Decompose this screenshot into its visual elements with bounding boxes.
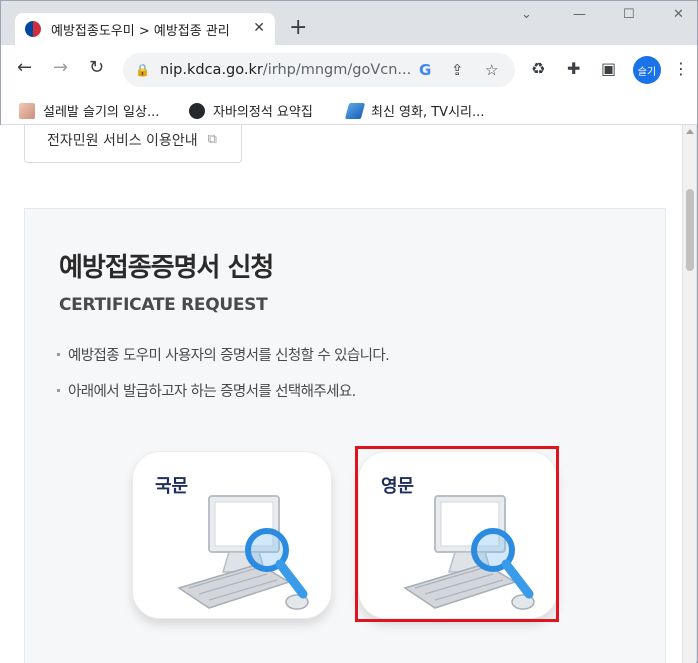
certificate-request-panel: 예방접종증명서 신청 CERTIFICATE REQUEST 예방접종 도우미 … bbox=[24, 208, 666, 663]
more-menu-icon[interactable]: ⋮ bbox=[673, 59, 689, 78]
tab-strip: 예방접종도우미 > 예방접종 관리 ✕ + ⌄ — ☐ ✕ bbox=[1, 1, 697, 45]
guide-text: 예방접종 도우미 사용자의 증명서를 신청할 수 있습니다. bbox=[68, 348, 390, 364]
restore-button[interactable]: ☐ bbox=[623, 7, 635, 22]
tab-search-icon[interactable]: ⌄ bbox=[521, 7, 532, 22]
browser-toolbar: ← → ↻ 🔒 nip.kdca.go.kr/irhp/mngm/goVcn..… bbox=[1, 45, 697, 95]
new-tab-button[interactable]: + bbox=[289, 17, 307, 39]
url-text: nip.kdca.go.kr/irhp/mngm/goVcn... bbox=[160, 62, 430, 78]
blog-avatar-icon bbox=[19, 102, 35, 119]
bookmark-blog[interactable]: 설레발 슬기의 일상... bbox=[19, 101, 159, 120]
back-button[interactable]: ← bbox=[17, 58, 32, 78]
kdca-favicon-icon bbox=[25, 21, 41, 37]
share-icon[interactable]: ⇪ bbox=[451, 61, 464, 79]
movie-site-icon bbox=[344, 102, 366, 119]
page-title: 예방접종증명서 신청 bbox=[59, 253, 274, 283]
guide-bullet: 예방접종 도우미 사용자의 증명서를 신청할 수 있습니다. bbox=[57, 344, 390, 365]
recycle-extension-icon[interactable]: ♻ bbox=[531, 59, 545, 78]
bookmark-label: 설레발 슬기의 일상... bbox=[43, 105, 160, 120]
address-bar[interactable]: 🔒 nip.kdca.go.kr/irhp/mngm/goVcn... G ⇪ … bbox=[123, 53, 515, 87]
github-icon bbox=[189, 102, 205, 119]
e-service-guide-button[interactable]: 전자민원 서비스 이용안내 ⧉ bbox=[24, 125, 242, 163]
lock-icon[interactable]: 🔒 bbox=[135, 63, 150, 77]
url-path: /irhp/mngm/goVcn... bbox=[262, 62, 412, 78]
bookmark-movie[interactable]: 최신 영화, TV시리... bbox=[344, 101, 485, 120]
guide-bullet: 아래에서 발급하고자 하는 증명서를 선택해주세요. bbox=[57, 380, 356, 401]
guide-text: 아래에서 발급하고자 하는 증명서를 선택해주세요. bbox=[68, 384, 356, 400]
scroll-thumb[interactable] bbox=[686, 189, 694, 271]
side-panel-icon[interactable]: ▣ bbox=[601, 59, 616, 78]
tab-close-icon[interactable]: ✕ bbox=[253, 20, 265, 36]
page-scrollbar[interactable] bbox=[682, 125, 696, 663]
page-viewport: 전자민원 서비스 이용안내 ⧉ 예방접종증명서 신청 CERTIFICATE R… bbox=[0, 125, 682, 663]
e-service-guide-label: 전자민원 서비스 이용안내 bbox=[47, 132, 198, 149]
computer-search-icon bbox=[177, 495, 309, 610]
bookmark-label: 자바의정석 요약집 bbox=[213, 105, 313, 120]
close-window-button[interactable]: ✕ bbox=[673, 7, 684, 22]
profile-avatar[interactable]: 슬기 bbox=[633, 56, 661, 84]
bookmarks-bar: 설레발 슬기의 일상... 자바의정석 요약집 최신 영화, TV시리... bbox=[1, 95, 697, 125]
bookmark-label: 최신 영화, TV시리... bbox=[371, 105, 485, 120]
tab-active[interactable]: 예방접종도우미 > 예방접종 관리 ✕ bbox=[15, 13, 275, 45]
forward-button[interactable]: → bbox=[53, 58, 68, 78]
bullet-dot-icon bbox=[57, 353, 60, 356]
page-subtitle: CERTIFICATE REQUEST bbox=[59, 295, 268, 315]
tab-title: 예방접종도우미 > 예방접종 관리 bbox=[51, 23, 230, 39]
minimize-button[interactable]: — bbox=[573, 7, 586, 22]
external-link-icon: ⧉ bbox=[207, 132, 217, 147]
url-host: nip.kdca.go.kr bbox=[159, 62, 263, 78]
reload-button[interactable]: ↻ bbox=[89, 58, 104, 78]
extensions-puzzle-icon[interactable]: ✚ bbox=[567, 59, 580, 78]
korean-certificate-card[interactable]: 국문 bbox=[132, 451, 332, 619]
bullet-dot-icon bbox=[57, 389, 60, 392]
scroll-up-icon[interactable] bbox=[686, 129, 694, 134]
google-translate-icon[interactable]: G bbox=[419, 61, 431, 79]
bookmark-star-icon[interactable]: ☆ bbox=[485, 61, 498, 79]
bookmark-java[interactable]: 자바의정석 요약집 bbox=[189, 101, 313, 120]
selection-highlight-box bbox=[355, 446, 559, 622]
